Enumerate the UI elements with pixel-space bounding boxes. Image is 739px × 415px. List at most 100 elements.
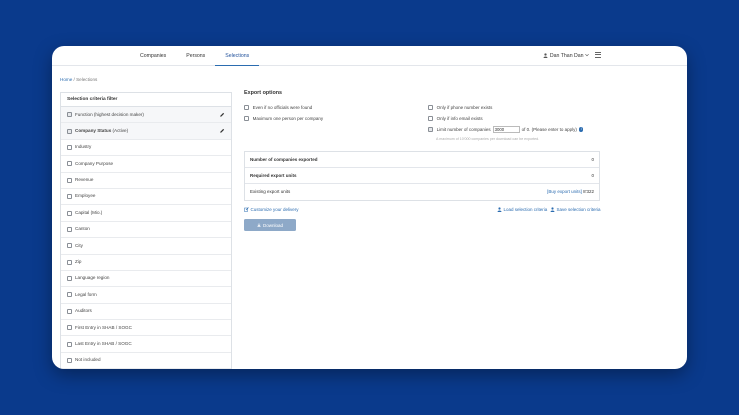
checkbox[interactable]	[67, 308, 72, 314]
option-email-exists[interactable]: Only if info email exists	[428, 116, 483, 121]
filter-item-label: Function (highest decision maker)	[75, 111, 144, 117]
filter-item-company-purpose[interactable]: Company Purpose	[61, 156, 231, 173]
option-even-if-no-officials[interactable]: Even if no officials were found	[244, 105, 312, 110]
filter-item-not-included[interactable]: Not included	[61, 353, 231, 369]
filter-item-label: Zip	[75, 259, 82, 265]
checkbox[interactable]	[67, 243, 72, 249]
customize-delivery-link[interactable]: Customize your delivery	[244, 207, 299, 212]
save-selection-criteria-link[interactable]: Save selection criteria	[550, 207, 601, 212]
checkbox[interactable]	[67, 226, 72, 232]
hamburger-menu-icon[interactable]	[595, 52, 601, 58]
export-options-panel: Export options Even if no officials were…	[244, 90, 664, 231]
filter-item-revenue[interactable]: Revenue	[61, 173, 231, 189]
user-icon	[497, 207, 502, 212]
checkbox[interactable]	[67, 177, 72, 183]
checkbox[interactable]	[67, 128, 72, 134]
summary-value-group: [Buy export units] 8'322	[547, 184, 594, 200]
checkbox[interactable]	[67, 210, 72, 216]
filter-item-label: Language region	[75, 275, 110, 281]
checkbox[interactable]	[67, 292, 72, 298]
option-limit-companies[interactable]: Limit number of companies 3000 of 0. (Pl…	[428, 126, 584, 133]
filter-item-label: Canton	[75, 226, 90, 232]
checkbox[interactable]	[67, 276, 72, 282]
filter-item-zip[interactable]: Zip	[61, 255, 231, 271]
customize-label: Customize your delivery	[250, 207, 299, 212]
filter-item-label: Auditors	[75, 308, 92, 314]
nav-selections[interactable]: Selections	[215, 46, 260, 66]
filter-item-function[interactable]: Function (highest decision maker)	[61, 107, 231, 124]
filter-item-label: Legal form	[75, 291, 97, 297]
checkbox[interactable]	[67, 341, 72, 347]
limit-of-text: of 0. (Please enter to apply)	[521, 127, 577, 132]
summary-value: 0	[591, 173, 594, 178]
option-label: Only if info email exists	[436, 116, 483, 121]
filter-item-industry[interactable]: Industry	[61, 140, 231, 157]
filter-item-label: Capital (Mio.)	[75, 209, 103, 215]
checkbox[interactable]	[244, 116, 249, 121]
filter-item-last-entry[interactable]: Last Entry in SHAB / SOGC	[61, 336, 231, 353]
edit-icon	[244, 207, 249, 212]
user-menu[interactable]: Dan Than Dan	[543, 46, 589, 66]
breadcrumb: Home / Selections	[60, 77, 97, 82]
checkbox[interactable]	[428, 105, 433, 110]
nav-companies[interactable]: Companies	[130, 46, 176, 66]
summary-row: Number of companies exported 0	[245, 152, 599, 168]
filter-item-label: First Entry in SHAB / SOGC	[75, 324, 132, 330]
filter-item-label: City	[75, 242, 83, 248]
checkbox[interactable]	[67, 144, 72, 150]
info-icon[interactable]: i	[578, 127, 584, 132]
filter-item-language-region[interactable]: Language region	[61, 271, 231, 288]
filter-item-canton[interactable]: Canton	[61, 222, 231, 239]
buy-export-units-link[interactable]: [Buy export units]	[547, 189, 582, 194]
summary-label: Number of companies exported	[250, 157, 318, 162]
checkbox[interactable]	[67, 194, 72, 200]
option-label: Even if no officials were found	[252, 105, 313, 110]
load-selection-criteria-link[interactable]: Load selection criteria	[497, 207, 547, 212]
breadcrumb-separator: /	[73, 77, 75, 82]
download-label: Download	[262, 222, 283, 228]
filter-item-company-status[interactable]: Company Status (Active)	[61, 123, 231, 140]
filter-item-auditors[interactable]: Auditors	[61, 304, 231, 321]
limit-label: Limit number of companies	[436, 127, 491, 132]
checkbox[interactable]	[67, 259, 72, 265]
filter-item-label-bold: Company Status	[75, 127, 112, 133]
filter-item-label: Industry	[75, 144, 92, 150]
filter-item-label: Employee	[75, 193, 96, 199]
breadcrumb-home[interactable]: Home	[60, 77, 72, 82]
filter-item-employee[interactable]: Employee	[61, 189, 231, 206]
checkbox[interactable]	[428, 127, 433, 132]
user-icon	[550, 207, 555, 212]
filter-item-label: Company Status (Active)	[75, 123, 128, 139]
checkbox[interactable]	[67, 161, 72, 167]
limit-input[interactable]: 3000	[492, 126, 520, 133]
checkbox[interactable]	[67, 358, 72, 364]
filter-item-label: Revenue	[75, 177, 94, 183]
filter-item-label: Company Purpose	[75, 160, 114, 166]
option-phone-exists[interactable]: Only if phone number exists	[428, 105, 492, 110]
summary-value: 0	[591, 157, 594, 162]
nav-persons[interactable]: Persons	[176, 46, 215, 66]
filter-item-city[interactable]: City	[61, 238, 231, 255]
export-summary: Number of companies exported 0 Required …	[244, 151, 600, 201]
summary-row: Existing export units [Buy export units]…	[245, 184, 599, 200]
download-icon	[257, 223, 261, 227]
filter-item-label-rest: (Active)	[111, 127, 129, 133]
selection-criteria-filter: Selection criteria filter Function (high…	[60, 92, 232, 369]
checkbox[interactable]	[428, 116, 433, 121]
user-name: Dan Than Dan	[549, 53, 584, 59]
filter-title: Selection criteria filter	[61, 93, 231, 107]
filter-item-first-entry[interactable]: First Entry in SHAB / SOGC	[61, 320, 231, 337]
filter-item-capital[interactable]: Capital (Mio.)	[61, 205, 231, 222]
pencil-icon[interactable]	[219, 128, 225, 134]
pencil-icon[interactable]	[219, 112, 225, 118]
checkbox[interactable]	[67, 325, 72, 331]
checkbox[interactable]	[244, 105, 249, 110]
summary-value: 8'322	[583, 189, 594, 194]
limit-hint: A maximum of 10'000 companies per downlo…	[436, 137, 540, 141]
filter-item-legal-form[interactable]: Legal form	[61, 287, 231, 304]
checkbox[interactable]	[67, 112, 72, 118]
option-max-one-person[interactable]: Maximum one person per company	[244, 116, 323, 121]
export-title: Export options	[244, 90, 283, 96]
download-button[interactable]: Download	[244, 219, 296, 231]
filter-item-label: Not included	[75, 357, 101, 363]
